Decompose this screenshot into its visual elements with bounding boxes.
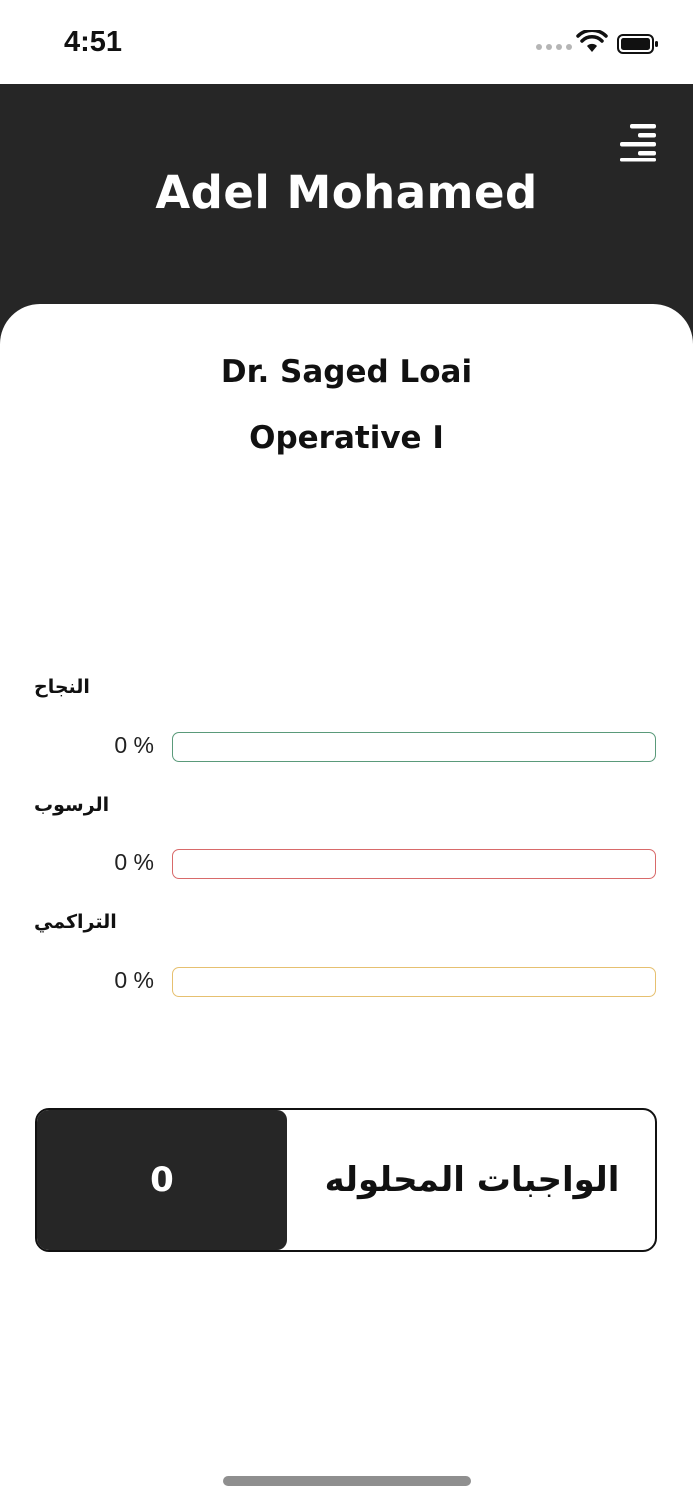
success-progress-bar [172, 732, 656, 762]
course-name: Operative I [249, 420, 444, 456]
battery-icon [617, 34, 658, 54]
cumulative-value: 0 % [114, 967, 154, 993]
cumulative-progress-bar [172, 967, 656, 997]
menu-icon[interactable] [616, 122, 660, 162]
signal-icon [536, 44, 572, 50]
status-bar: 4:51 [0, 0, 693, 84]
doctor-name: Dr. Saged Loai [220, 354, 473, 390]
failure-label: الرسوب [34, 794, 110, 816]
home-indicator[interactable] [223, 1476, 471, 1486]
course-card [0, 304, 693, 1500]
solved-count-box: 0 [37, 1110, 287, 1250]
solved-assignments-card[interactable]: 0 الواجبات المحلوله [35, 1108, 657, 1252]
user-name: Adel Mohamed [155, 166, 538, 219]
wifi-icon [576, 30, 608, 52]
solved-count: 0 [150, 1160, 174, 1200]
failure-value: 0 % [114, 849, 154, 875]
solved-assignments-label: الواجبات المحلوله [324, 1160, 620, 1200]
failure-progress-bar [172, 849, 656, 879]
success-value: 0 % [114, 732, 154, 758]
status-time: 4:51 [64, 26, 123, 58]
cumulative-label: التراكمي [34, 911, 117, 933]
success-label: النجاح [34, 676, 90, 698]
